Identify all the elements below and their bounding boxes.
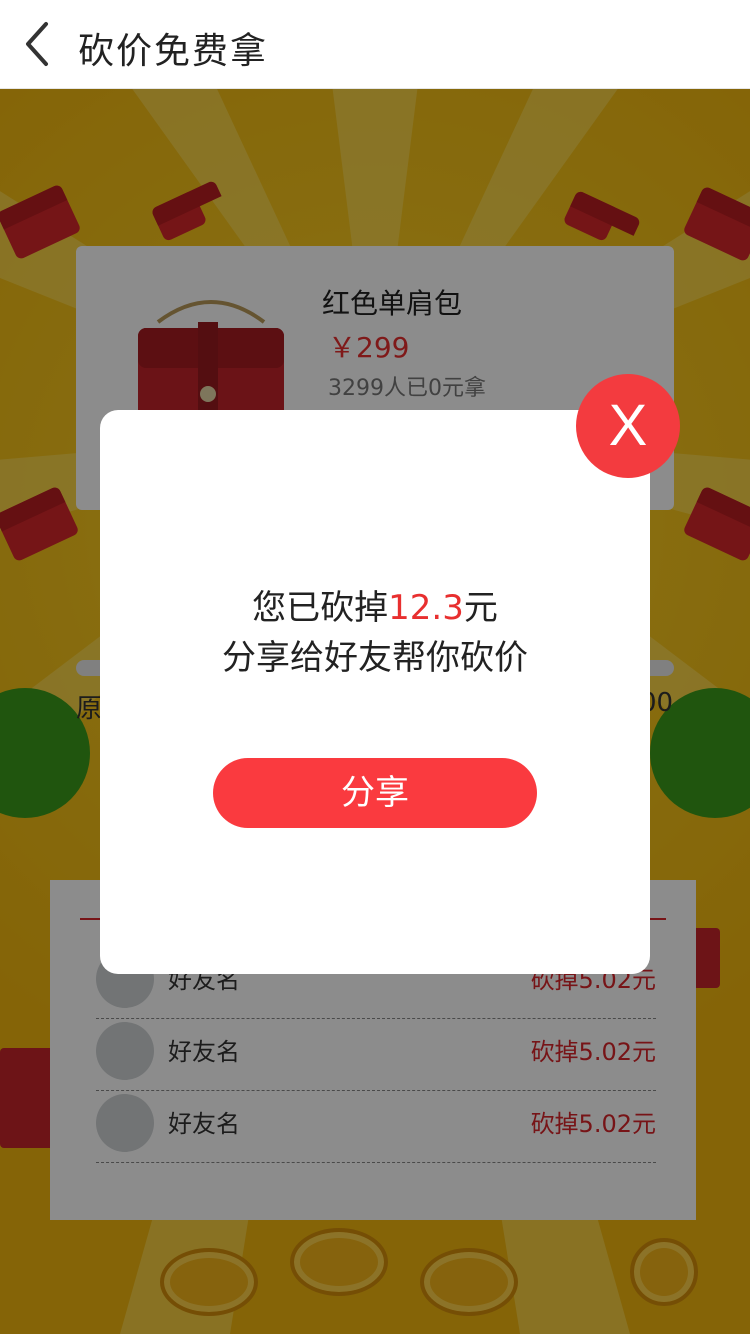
bargain-amount-message: 您已砍掉12.3元: [100, 580, 650, 629]
bargain-amount: 12.3: [388, 588, 464, 628]
close-dialog-button[interactable]: X: [576, 374, 680, 478]
message-prefix: 您已砍掉: [252, 588, 389, 628]
share-prompt-message: 分享给好友帮你砍价: [222, 638, 528, 678]
page-title: 砍价免费拿: [78, 31, 269, 72]
bargain-success-dialog: 您已砍掉12.3元 分享给好友帮你砍价 分享: [100, 410, 650, 974]
chevron-left-icon[interactable]: [16, 18, 60, 70]
message-suffix: 元: [463, 588, 498, 628]
share-button[interactable]: 分享: [213, 758, 537, 828]
top-nav-bar: 砍价免费拿: [0, 0, 750, 89]
